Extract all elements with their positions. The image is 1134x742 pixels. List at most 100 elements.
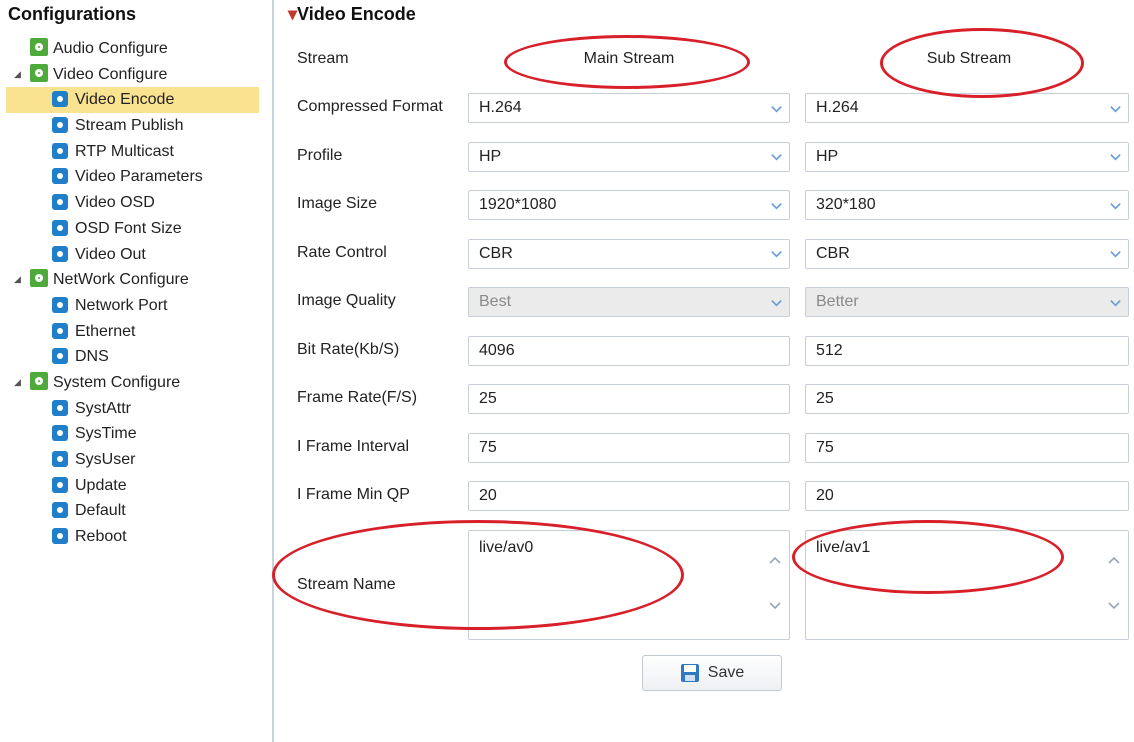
scroll-up-icon[interactable]: [1106, 553, 1122, 569]
rate-control-label: Rate Control: [297, 243, 387, 261]
gear-group-icon: [30, 38, 48, 56]
sidebar-item-reboot[interactable]: Reboot: [0, 524, 272, 550]
settings-icon: [52, 219, 68, 236]
scroll-up-icon[interactable]: [767, 553, 783, 569]
main-compressed-format-select[interactable]: H.264: [468, 93, 790, 123]
field-value: H.264: [816, 99, 859, 116]
image-size-label: Image Size: [297, 195, 378, 212]
field-value: 20: [816, 487, 834, 504]
main-stream-name-field[interactable]: live/av0: [468, 530, 790, 640]
main-bit-rate-kb-s-input[interactable]: 4096: [468, 335, 790, 366]
sidebar-item-label: Stream Publish: [75, 117, 184, 135]
field-value: 75: [479, 438, 497, 456]
sidebar-item-label: Update: [75, 476, 127, 494]
sidebar-item-label: Audio Configure: [53, 40, 168, 57]
main-i-frame-interval-input[interactable]: 75: [468, 432, 790, 463]
sidebar-item-rtp-multicast[interactable]: RTP Multicast: [0, 139, 272, 165]
main-image-quality-select: Best: [468, 287, 790, 317]
sidebar-item-video-out[interactable]: Video Out: [0, 242, 272, 268]
main-frame-rate-f-s-input[interactable]: 25: [468, 384, 790, 414]
sub-profile-select[interactable]: HP: [805, 141, 1129, 172]
gear-group-icon: [30, 63, 48, 82]
sidebar-item-systattr[interactable]: SystAttr: [0, 396, 272, 422]
sidebar-item-label: System Configure: [53, 373, 181, 391]
sub-image-size-select[interactable]: 320*180: [805, 190, 1129, 220]
sidebar-item-label: NetWork Configure: [53, 271, 189, 289]
sidebar-item-dns[interactable]: DNS: [0, 344, 272, 370]
sidebar-item-osd-font-size[interactable]: OSD Font Size: [0, 216, 272, 242]
chevron-down-icon[interactable]: [1102, 240, 1128, 268]
expand-arrow-icon[interactable]: ◢: [14, 370, 21, 396]
settings-icon: [52, 322, 68, 339]
scroll-down-icon[interactable]: [767, 597, 783, 613]
config-tree: Audio Configure ◢ Video Configure Video Enc…: [0, 36, 272, 550]
sub-bit-rate-kb-s-input[interactable]: 512: [805, 335, 1129, 366]
sub-rate-control-select[interactable]: CBR: [805, 238, 1129, 269]
expand-arrow-icon[interactable]: ◢: [14, 62, 21, 88]
sidebar-item-video-configure[interactable]: ◢ Video Configure: [0, 62, 272, 88]
sidebar-item-label: Video Configure: [53, 65, 168, 83]
main-profile-select[interactable]: HP: [468, 141, 790, 172]
gear-group-icon: [30, 371, 48, 390]
sidebar-item-ethernet[interactable]: Ethernet: [0, 319, 272, 345]
expand-arrow-icon[interactable]: ◢: [14, 267, 21, 293]
settings-icon: [52, 399, 68, 416]
main-image-size-select[interactable]: 1920*1080: [468, 190, 790, 220]
scroll-down-icon[interactable]: [1106, 597, 1122, 613]
chevron-down-icon[interactable]: [1102, 191, 1128, 219]
main-i-frame-min-qp-input[interactable]: 20: [468, 481, 790, 511]
chevron-down-icon[interactable]: [1102, 143, 1128, 171]
sidebar-item-audio-configure[interactable]: Audio Configure: [0, 36, 272, 62]
settings-icon: [52, 502, 68, 519]
sidebar-item-label: SystAttr: [75, 399, 132, 417]
save-button[interactable]: Save: [642, 655, 782, 691]
sidebar-item-video-osd[interactable]: Video OSD: [0, 190, 272, 216]
sidebar-item-update[interactable]: Update: [0, 473, 272, 499]
sub-i-frame-min-qp-input[interactable]: 20: [805, 481, 1129, 511]
sidebar-item-sysuser[interactable]: SysUser: [0, 447, 272, 473]
sub-stream-name-field[interactable]: live/av1: [805, 530, 1129, 640]
field-value: 25: [479, 390, 497, 407]
sidebar-item-network-configure[interactable]: ◢ NetWork Configure: [0, 267, 272, 293]
floppy-disk-icon: [680, 664, 699, 682]
gear-group-icon: [30, 269, 48, 288]
settings-icon: [52, 425, 68, 442]
field-value: Best: [479, 293, 512, 310]
main-rate-control-select[interactable]: CBR: [468, 238, 790, 269]
field-value: 20: [479, 487, 497, 504]
chevron-down-icon[interactable]: [763, 143, 789, 171]
field-value: 1920*1080: [479, 196, 557, 213]
sidebar-item-label: SysTime: [75, 425, 137, 443]
sidebar-item-system-configure[interactable]: ◢ System Configure: [0, 370, 272, 396]
settings-icon: [52, 142, 68, 159]
sidebar-title: Configurations: [8, 4, 136, 24]
sub-image-quality-select: Better: [805, 287, 1129, 317]
sidebar-item-stream-publish[interactable]: Stream Publish: [0, 113, 272, 139]
sidebar-item-network-port[interactable]: Network Port: [0, 293, 272, 319]
sub-i-frame-interval-input[interactable]: 75: [805, 432, 1129, 463]
sub-frame-rate-f-s-input[interactable]: 25: [805, 384, 1129, 414]
settings-icon: [52, 117, 68, 134]
chevron-down-icon[interactable]: [1102, 94, 1128, 122]
settings-icon: [52, 168, 68, 185]
sidebar-item-label: OSD Font Size: [75, 219, 182, 237]
sidebar-item-video-parameters[interactable]: Video Parameters: [0, 164, 272, 190]
settings-icon: [52, 296, 68, 313]
sidebar-item-label: DNS: [75, 348, 109, 366]
field-value: CBR: [479, 244, 513, 262]
field-value: 75: [816, 438, 834, 456]
sidebar-item-systime[interactable]: SysTime: [0, 421, 272, 447]
chevron-down-icon[interactable]: [763, 191, 789, 219]
main-stream-header: Main Stream: [583, 50, 675, 67]
save-label: Save: [707, 664, 745, 681]
page-title: ▾Video Encode: [288, 4, 416, 24]
chevron-down-icon[interactable]: [763, 94, 789, 122]
stream-name-label: Stream Name: [297, 576, 396, 593]
field-value: 320*180: [816, 196, 876, 213]
sidebar-item-video-encode[interactable]: Video Encode: [0, 87, 272, 114]
settings-icon: [52, 528, 68, 545]
chevron-down-icon[interactable]: [763, 240, 789, 268]
sidebar-item-default[interactable]: Default: [0, 498, 272, 524]
sidebar-item-label: Video Encode: [75, 91, 175, 109]
sub-compressed-format-select[interactable]: H.264: [805, 93, 1129, 123]
